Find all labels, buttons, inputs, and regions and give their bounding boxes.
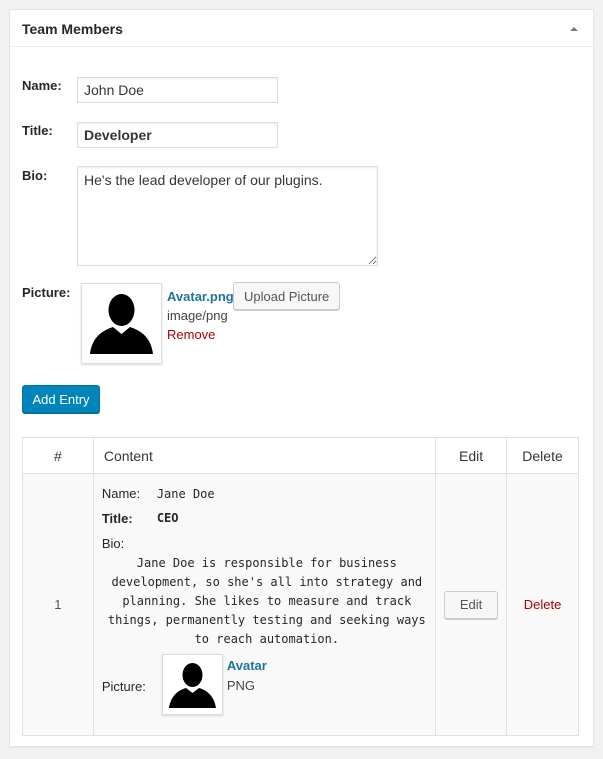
entry-picture-label: Picture: xyxy=(101,679,146,694)
remove-picture-link[interactable]: Remove xyxy=(167,327,215,342)
entry-picture-type: PNG xyxy=(226,678,255,693)
entry-bio-text: Jane Doe is responsible for business dev… xyxy=(107,556,426,646)
col-header-edit: Edit xyxy=(435,437,508,474)
add-entry-button[interactable]: Add Entry xyxy=(22,385,100,413)
row-delete-cell: Delete xyxy=(506,473,579,736)
col-header-delete: Delete xyxy=(506,437,579,474)
col-header-index: # xyxy=(22,437,94,474)
entries-table: # Content Edit Delete 1 Name: Jane Doe T… xyxy=(22,437,579,736)
picture-label: Picture: xyxy=(22,285,71,300)
panel-title: Team Members xyxy=(22,21,123,37)
picture-thumbnail xyxy=(81,283,162,364)
person-silhouette-icon xyxy=(90,294,153,354)
row-edit-cell: Edit xyxy=(435,473,508,736)
upload-picture-button[interactable]: Upload Picture xyxy=(233,282,341,310)
title-input[interactable] xyxy=(77,122,278,148)
arrow-up-icon[interactable] xyxy=(568,23,580,35)
delete-link[interactable]: Delete xyxy=(524,597,562,612)
bio-textarea[interactable]: He's the lead developer of our plugins. xyxy=(77,166,378,266)
entry-name-label: Name: xyxy=(101,486,141,501)
entry-name-value: Jane Doe xyxy=(156,487,215,501)
entry-picture-thumbnail xyxy=(161,654,223,715)
table-header-row: # Content Edit Delete xyxy=(22,437,579,474)
name-label: Name: xyxy=(22,78,62,93)
entry-title-label: Title: xyxy=(101,511,133,526)
entry-bio-label: Bio: xyxy=(101,536,125,551)
team-members-panel: Team Members Name: Title: Bio: He's the … xyxy=(9,9,594,747)
entry-title-value: CEO xyxy=(156,511,179,525)
col-header-content: Content xyxy=(92,437,437,474)
edit-button[interactable]: Edit xyxy=(444,590,499,619)
row-content: Name: Jane Doe Title: CEO Bio: Jane Doe … xyxy=(92,473,437,736)
row-index: 1 xyxy=(22,473,94,736)
person-silhouette-icon xyxy=(168,663,216,708)
picture-mime-type: image/png xyxy=(167,308,228,323)
title-label: Title: xyxy=(22,123,53,138)
entry-picture-link[interactable]: Avatar xyxy=(227,658,267,673)
bio-label: Bio: xyxy=(22,168,48,183)
table-row: 1 Name: Jane Doe Title: CEO Bio: Jane Do… xyxy=(22,473,579,736)
picture-file-link[interactable]: Avatar.png xyxy=(167,289,234,304)
name-input[interactable] xyxy=(77,77,278,103)
panel-header[interactable]: Team Members xyxy=(10,10,593,47)
